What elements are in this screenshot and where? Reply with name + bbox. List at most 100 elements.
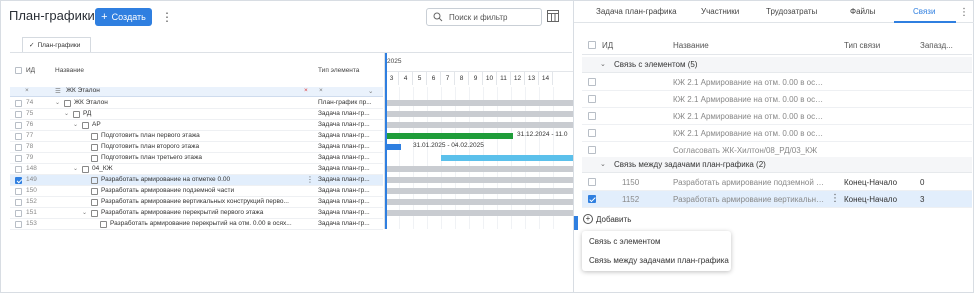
row-checkbox[interactable] [588, 146, 596, 154]
list-item[interactable]: КЖ 2.1 Армирование на отм. 0.00 в осях..… [582, 108, 972, 125]
group-task-links[interactable]: ⌄ Связь между задачами план-графика (2) [582, 157, 972, 173]
expand-chevron-icon[interactable]: ⌄ [55, 99, 60, 106]
tab-files[interactable]: Файлы [850, 7, 875, 16]
expand-chevron-icon[interactable]: ⌄ [82, 209, 87, 216]
row-checkbox[interactable] [15, 221, 22, 228]
column-header-type[interactable]: Тип элемента [318, 53, 359, 87]
name-filter-input[interactable]: ЖК Эталон [66, 87, 100, 94]
row-checkbox[interactable] [15, 155, 22, 162]
columns-settings-icon[interactable] [547, 10, 559, 22]
gantt-today-line[interactable] [385, 53, 387, 229]
filter-operator-icon[interactable]: ☰ [55, 87, 61, 95]
row-name: ЖК Эталон [74, 99, 108, 106]
table-row[interactable]: 76 ⌄ АР Задача план-гр... [10, 120, 383, 131]
search-input[interactable]: Поиск и фильтр [426, 8, 542, 26]
gantt-summary-bar[interactable] [385, 100, 573, 106]
row-type: Задача план-гр... [318, 121, 370, 128]
table-row[interactable]: 148 ⌄ 04_КЖ Задача план-гр... [10, 164, 383, 175]
row-checkbox[interactable] [15, 144, 22, 151]
expand-chevron-icon[interactable]: ⌄ [73, 165, 78, 172]
menu-item-element-link[interactable]: Связь с элементом [589, 237, 660, 246]
add-link-button[interactable]: + Добавить [583, 214, 631, 224]
sheet-tab-schedules[interactable]: ✓ План-графики [22, 37, 91, 52]
clear-name-filter-icon[interactable]: × [304, 87, 308, 94]
table-row[interactable]: 78 Подготовить план второго этажа Задача п… [10, 142, 383, 153]
gantt-summary-bar[interactable] [385, 111, 573, 117]
table-row[interactable]: 150 Разработать армирование подземной час… [10, 186, 383, 197]
list-item[interactable]: КЖ 2.1 Армирование на отм. 0.00 в осях..… [582, 74, 972, 91]
link-name: КЖ 2.1 Армирование на отм. 0.00 в осях..… [673, 95, 825, 104]
header-checkbox[interactable] [15, 53, 22, 87]
links-header-checkbox[interactable] [588, 41, 596, 49]
gantt-summary-bar[interactable] [385, 177, 573, 183]
gantt-task-bar[interactable] [385, 133, 513, 139]
tab-participants[interactable]: Участники [701, 7, 739, 16]
table-row[interactable]: 152 Разработать армирование вертикальных … [10, 197, 383, 208]
gantt-summary-bar[interactable] [385, 188, 573, 194]
table-row[interactable]: 77 Подготовить план первого этажа Задача п… [10, 131, 383, 142]
panel-resize-handle[interactable] [574, 216, 578, 230]
table-row[interactable]: 153 Разработать армирование перекрытий на… [10, 219, 383, 230]
row-type: Задача план-гр... [318, 187, 370, 194]
links-column-lag[interactable]: Запазд... [920, 41, 953, 50]
row-checkbox[interactable] [15, 177, 22, 184]
table-row[interactable]: 75 ⌄ РД Задача план-гр... [10, 109, 383, 120]
group-element-links[interactable]: ⌄ Связь с элементом (5) [582, 57, 972, 73]
create-button[interactable]: + Создать [95, 8, 152, 26]
row-checkbox[interactable] [15, 122, 22, 129]
row-checkbox[interactable] [15, 188, 22, 195]
row-actions-icon[interactable]: ⋮ [306, 175, 314, 184]
list-item[interactable]: КЖ 2.1 Армирование на отм. 0.00 в осях..… [582, 125, 972, 142]
row-checkbox[interactable] [15, 100, 22, 107]
table-row[interactable]: 74 ⌄ ЖК Эталон План-график пр... [10, 98, 383, 109]
links-column-id[interactable]: ИД [602, 41, 613, 50]
gantt-summary-bar[interactable] [385, 122, 573, 128]
more-actions-icon[interactable]: ⋮ [161, 9, 173, 25]
list-item[interactable]: 1152 Разработать армирование вертикальны.… [582, 191, 972, 208]
type-filter-dropdown-icon[interactable]: ⌄ [368, 87, 373, 95]
links-table-header: ИД Название Тип связи Запазд... [582, 36, 972, 55]
row-checkbox[interactable] [588, 112, 596, 120]
row-type: Задача план-гр... [318, 132, 370, 139]
row-checkbox[interactable] [588, 78, 596, 86]
gantt-summary-bar[interactable] [385, 210, 573, 216]
clear-type-filter-icon[interactable]: × [319, 87, 323, 94]
details-panel: Задача план-графика Участники Трудозатра… [573, 1, 974, 292]
row-checkbox[interactable] [15, 111, 22, 118]
list-item[interactable]: КЖ 2.1 Армирование на отм. 0.00 в осях..… [582, 91, 972, 108]
gantt-task-bar[interactable] [441, 155, 573, 161]
gantt-summary-bar[interactable] [385, 199, 573, 205]
row-checkbox[interactable] [588, 195, 596, 203]
column-header-id[interactable]: ИД [26, 53, 35, 87]
panel-more-icon[interactable]: ⋮ [959, 7, 969, 18]
gantt-day-label: 6 [427, 72, 441, 85]
links-column-type[interactable]: Тип связи [844, 41, 880, 50]
row-checkbox[interactable] [15, 199, 22, 206]
tab-labor[interactable]: Трудозатраты [766, 7, 817, 16]
expand-chevron-icon[interactable]: ⌄ [64, 110, 69, 117]
tab-task[interactable]: Задача план-графика [596, 7, 677, 16]
row-actions-icon[interactable]: ⋮ [830, 193, 840, 204]
task-icon [91, 177, 98, 184]
row-checkbox[interactable] [15, 133, 22, 140]
table-row[interactable]: 149 Разработать армирование на отметке 0.… [10, 175, 383, 186]
links-column-name[interactable]: Название [673, 41, 709, 50]
link-name: Разработать армирование подземной ч... [673, 178, 825, 187]
row-checkbox[interactable] [588, 95, 596, 103]
row-checkbox[interactable] [588, 178, 596, 186]
gantt-gridline [399, 87, 400, 229]
gantt-summary-bar[interactable] [385, 166, 573, 172]
column-header-name[interactable]: Название [55, 53, 84, 87]
row-checkbox[interactable] [15, 210, 22, 217]
clear-id-filter-icon[interactable]: × [25, 87, 29, 94]
row-checkbox[interactable] [15, 166, 22, 173]
row-checkbox[interactable] [588, 129, 596, 137]
table-row[interactable]: 151 ⌄ Разработать армирование перекрытий п… [10, 208, 383, 219]
menu-item-task-link[interactable]: Связь между задачами план-графика [589, 256, 729, 265]
expand-chevron-icon[interactable]: ⌄ [73, 121, 78, 128]
task-icon [91, 155, 98, 162]
table-row[interactable]: 79 Подготовить план третьего этажа Задача … [10, 153, 383, 164]
gantt-task-bar[interactable] [385, 144, 401, 150]
tab-links[interactable]: Связи [913, 7, 935, 16]
list-item[interactable]: 1150 Разработать армирование подземной ч.… [582, 174, 972, 191]
